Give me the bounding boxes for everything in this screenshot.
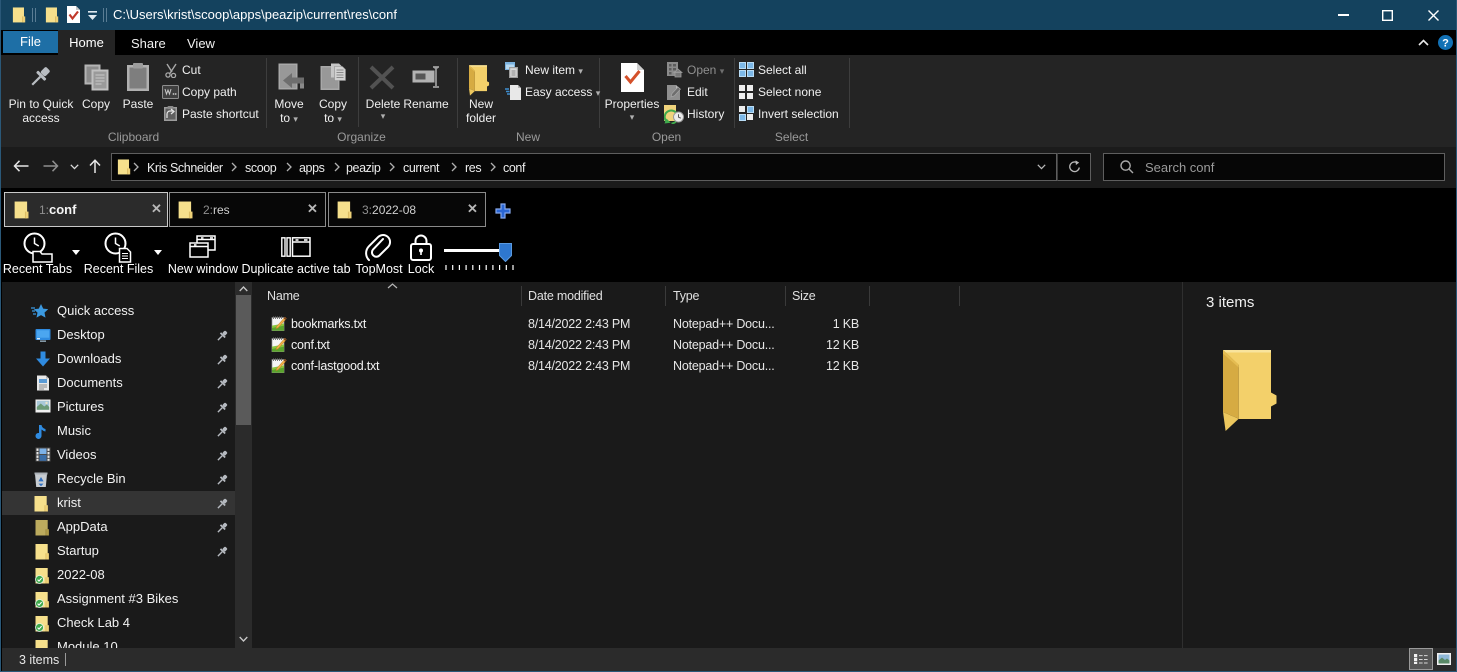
svg-text:?: ?	[1442, 37, 1449, 49]
